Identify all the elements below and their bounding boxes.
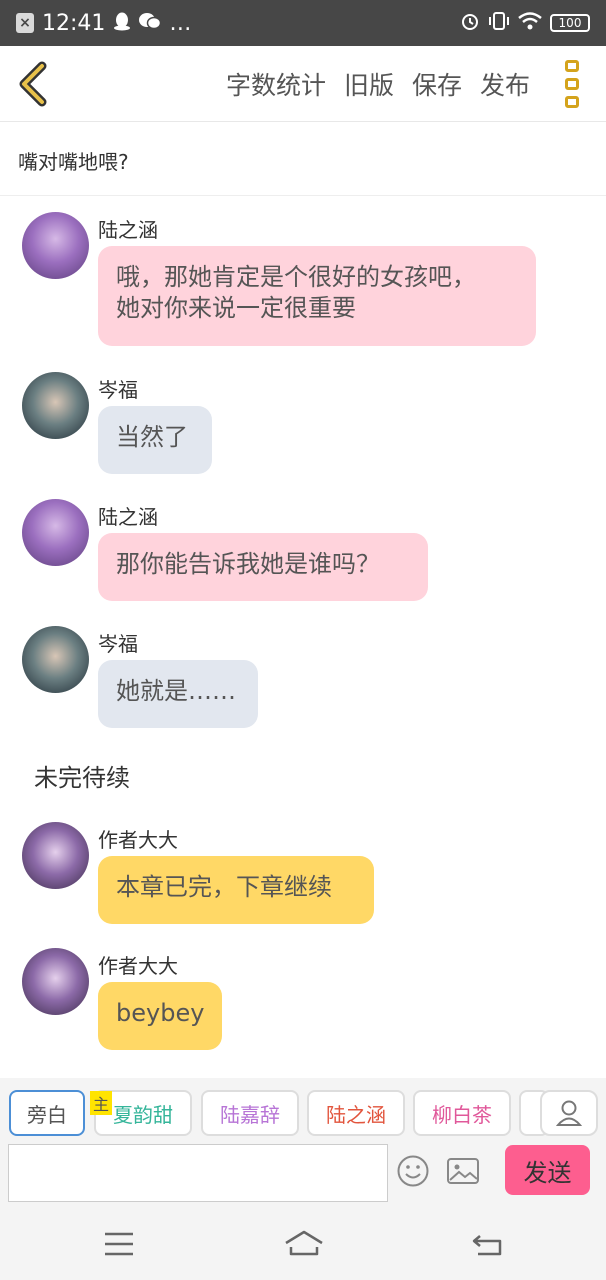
avatar bbox=[22, 626, 89, 693]
emoji-button[interactable] bbox=[396, 1154, 430, 1188]
person-icon bbox=[556, 1100, 582, 1126]
host-tag: 主 bbox=[90, 1091, 112, 1115]
sender-name: 作者大大 bbox=[98, 954, 178, 978]
avatar bbox=[22, 372, 89, 439]
image-icon bbox=[447, 1158, 479, 1184]
message-line: 哦，那她肯定是个很好的女孩吧， bbox=[116, 263, 476, 291]
sender-name: 岑福 bbox=[98, 632, 138, 656]
avatar bbox=[22, 948, 89, 1015]
role-item[interactable]: 陆之涵 bbox=[307, 1090, 405, 1136]
sender-name: 陆之涵 bbox=[98, 218, 158, 242]
sender-name: 岑福 bbox=[98, 378, 138, 402]
wifi-icon bbox=[518, 11, 542, 35]
message-input[interactable] bbox=[8, 1144, 388, 1202]
avatar bbox=[22, 212, 89, 279]
qq-icon bbox=[113, 11, 131, 36]
battery-icon: 100 bbox=[550, 14, 590, 32]
role-item[interactable]: 柳白茶 bbox=[413, 1090, 511, 1136]
message-bubble: beybey bbox=[98, 982, 222, 1050]
smiley-icon bbox=[397, 1155, 429, 1187]
send-button[interactable]: 发送 bbox=[505, 1145, 590, 1195]
save-button[interactable]: 保存 bbox=[412, 66, 462, 102]
status-more-dots: … bbox=[169, 10, 192, 36]
message-bubble: 哦，那她肯定是个很好的女孩吧， 她对你来说一定很重要 bbox=[98, 246, 536, 346]
publish-button[interactable]: 发布 bbox=[480, 66, 530, 102]
more-menu-icon[interactable] bbox=[562, 60, 582, 108]
vibrate-icon bbox=[488, 11, 510, 36]
manage-roles-button[interactable] bbox=[540, 1090, 598, 1136]
message-bubble: 那你能告诉我她是谁吗？ bbox=[98, 533, 428, 601]
sender-name: 作者大大 bbox=[98, 828, 178, 852]
avatar bbox=[22, 822, 89, 889]
avatar bbox=[22, 499, 89, 566]
wechat-icon bbox=[139, 12, 162, 35]
message-bubble: 她就是…… bbox=[98, 660, 258, 728]
status-time: 12:41 bbox=[42, 10, 106, 36]
back-nav-icon[interactable] bbox=[468, 1224, 508, 1264]
message-bubble: 本章已完，下章继续 bbox=[98, 856, 374, 924]
editor-toolbar: 字数统计 旧版 保存 发布 bbox=[0, 46, 606, 122]
input-bar: 发送 bbox=[0, 1138, 606, 1208]
chapter-title[interactable]: 嘴对嘴地喂? bbox=[0, 122, 606, 196]
close-box-icon: × bbox=[16, 13, 34, 33]
alarm-icon bbox=[460, 11, 480, 36]
back-button[interactable] bbox=[14, 60, 54, 108]
message-line: 她对你来说一定很重要 bbox=[116, 294, 356, 322]
role-item[interactable]: 陆嘉辞 bbox=[201, 1090, 299, 1136]
word-count-button[interactable]: 字数统计 bbox=[226, 66, 326, 102]
chevron-left-icon bbox=[19, 61, 47, 107]
message-bubble: 当然了 bbox=[98, 406, 212, 474]
system-nav-bar bbox=[0, 1208, 606, 1280]
old-version-button[interactable]: 旧版 bbox=[344, 66, 394, 102]
sender-name: 陆之涵 bbox=[98, 505, 158, 529]
narration-text[interactable]: 未完待续 bbox=[34, 758, 130, 793]
home-icon[interactable] bbox=[283, 1224, 325, 1264]
image-button[interactable] bbox=[446, 1156, 480, 1186]
status-bar: × 12:41 … 100 bbox=[0, 0, 606, 46]
role-narrator[interactable]: 旁白 bbox=[9, 1090, 85, 1136]
menu-icon[interactable] bbox=[99, 1224, 139, 1264]
dialogue-feed: 陆之涵 哦，那她肯定是个很好的女孩吧， 她对你来说一定很重要 岑福 当然了 陆之… bbox=[0, 196, 606, 1068]
